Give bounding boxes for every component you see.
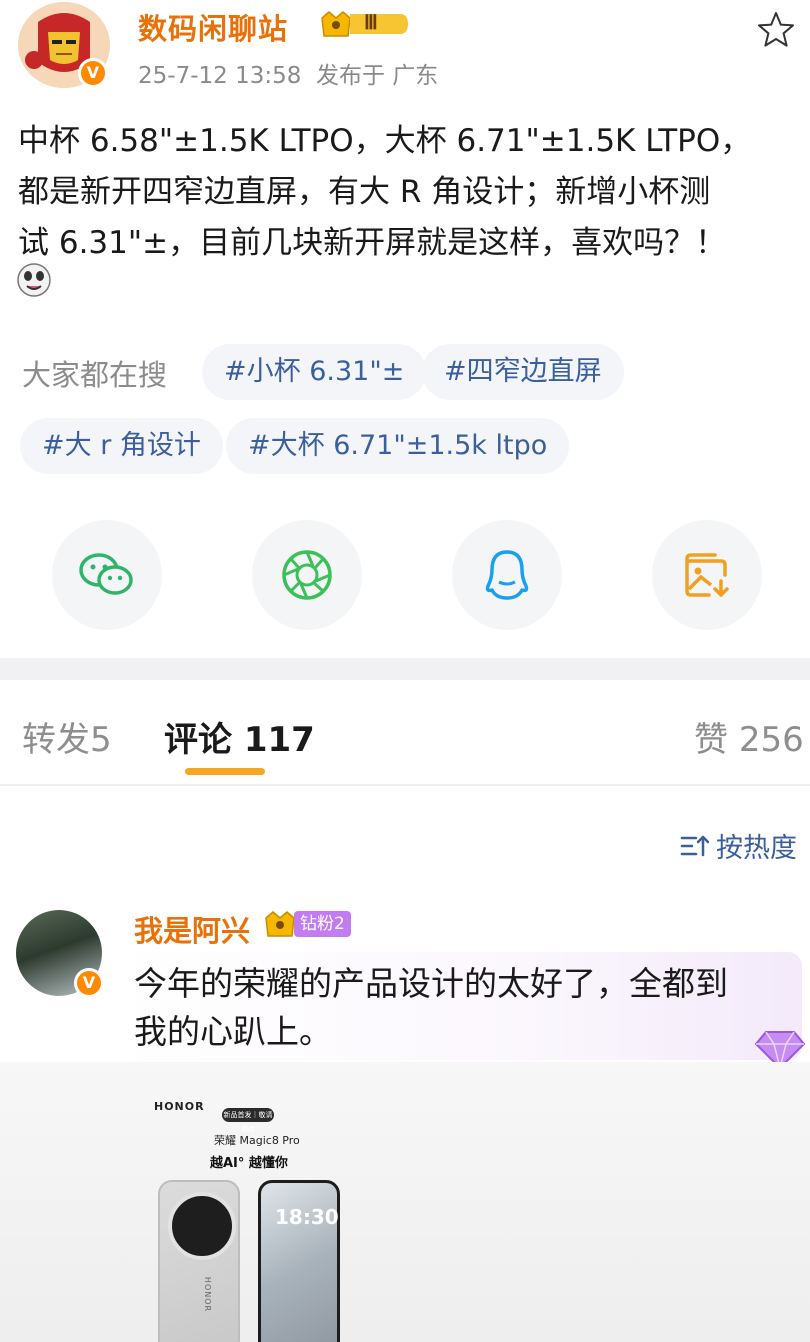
comment-line: 今年的荣耀的产品设计的太好了，全都到	[134, 964, 728, 1003]
qq-icon	[485, 550, 529, 600]
tab-count: 5	[90, 720, 112, 760]
tab-bar-border	[0, 784, 810, 786]
tab-label: 赞	[694, 720, 728, 760]
image-slogan-text: 越AI° 越懂你	[210, 1156, 288, 1171]
rank-level-label: Ⅲ	[364, 12, 378, 34]
rank-badge: Ⅲ	[320, 8, 408, 38]
tab-label: 评论	[164, 720, 232, 760]
search-chip[interactable]: #大杯 6.71"±1.5k ltpo	[226, 418, 570, 474]
post-line: 都是新开四窄边直屏，有大 R 角设计；新增小杯测	[18, 174, 711, 210]
post-location: 发布于 广东	[315, 63, 439, 89]
author-name[interactable]: 数码闲聊站	[138, 6, 288, 48]
sort-label: 按热度	[716, 833, 797, 864]
star-icon	[758, 12, 794, 47]
favorite-button[interactable]	[756, 10, 796, 50]
post-line: 试 6.31"±，目前几块新开屏就是这样，喜欢吗？！	[18, 225, 727, 261]
search-chip[interactable]: #大 r 角设计	[20, 418, 223, 474]
tab-likes[interactable]: 赞 256	[694, 712, 804, 761]
commenter-name[interactable]: 我是阿兴	[134, 908, 250, 950]
image-brand-text: HONOR	[154, 1100, 205, 1113]
tab-reposts[interactable]: 转发5	[22, 712, 112, 761]
section-divider	[0, 658, 810, 680]
verified-badge-icon: V	[74, 968, 104, 998]
save-image-icon	[685, 553, 729, 597]
tab-comments[interactable]: 评论 117	[164, 712, 315, 761]
image-pill-text: 新品首发｜敬请期待	[222, 1108, 274, 1133]
share-qq-button[interactable]	[452, 520, 562, 630]
save-image-button[interactable]	[652, 520, 762, 630]
camera-module-icon	[168, 1192, 236, 1260]
crown-fan-icon	[265, 911, 295, 937]
phone-back-logo: HONOR	[203, 1276, 213, 1313]
tab-count: 117	[243, 720, 315, 760]
wechat-icon	[79, 553, 133, 595]
post-timestamp: 25-7-12 13:58	[138, 63, 302, 89]
tab-count: 256	[738, 720, 804, 760]
search-chip[interactable]: #四窄边直屏	[422, 344, 624, 400]
post-meta: 25-7-12 13:58 发布于 广东	[138, 56, 438, 90]
moments-icon	[282, 550, 332, 600]
trending-search-label: 大家都在搜	[22, 358, 168, 392]
sort-by-hot-button[interactable]: 按热度	[680, 826, 797, 865]
fan-level-label: 钻粉2	[294, 911, 351, 937]
phone-back-image: HONOR	[158, 1180, 240, 1342]
post-line: 中杯 6.58"±1.5K LTPO，大杯 6.71"±1.5K LTPO，	[18, 123, 752, 159]
verified-badge-icon: V	[78, 58, 108, 88]
phone-clock-text: 18:30	[275, 1205, 339, 1229]
comment-image[interactable]: HONOR 新品首发｜敬请期待 荣耀 Magic8 Pro 越AI° 越懂你 H…	[0, 1062, 810, 1342]
tab-label: 转发	[22, 720, 90, 760]
phone-front-image: 18:30	[258, 1180, 340, 1342]
post-body: 中杯 6.58"±1.5K LTPO，大杯 6.71"±1.5K LTPO， 都…	[18, 116, 798, 269]
doge-emoji-icon	[16, 262, 52, 298]
comment-line: 我的心趴上。	[134, 1012, 332, 1051]
image-model-text: 荣耀 Magic8 Pro	[214, 1134, 300, 1147]
sort-icon	[680, 835, 710, 856]
share-wechat-button[interactable]	[52, 520, 162, 630]
comment-body: 今年的荣耀的产品设计的太好了，全都到 我的心趴上。	[134, 960, 784, 1056]
search-chip[interactable]: #小杯 6.31"±	[202, 344, 427, 400]
share-moments-button[interactable]	[252, 520, 362, 630]
active-tab-indicator	[185, 768, 265, 775]
